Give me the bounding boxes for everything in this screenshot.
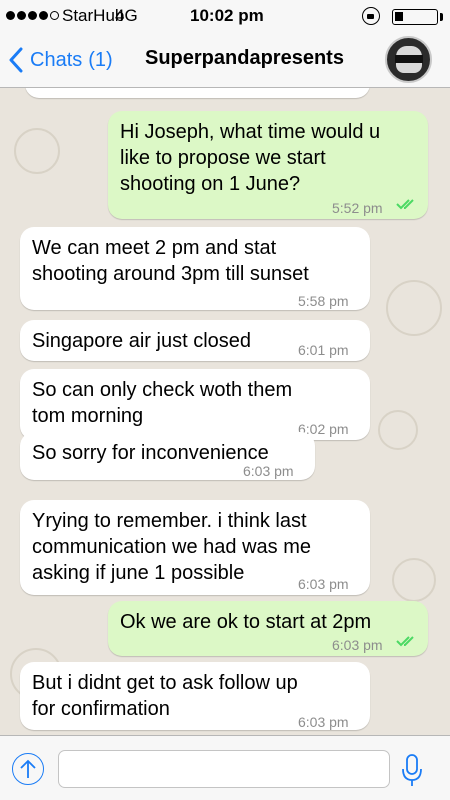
message-timestamp: 6:03 pm	[332, 637, 383, 653]
incoming-message[interactable]: Yrying to remember. i think last communi…	[20, 500, 370, 595]
attach-button[interactable]	[12, 753, 44, 785]
message-text: We can meet 2 pm and stat shooting aroun…	[32, 237, 309, 285]
message-text: Singapore air just closed	[32, 330, 252, 352]
incoming-message[interactable]: So sorry for inconvenience 6:03 pm	[20, 432, 315, 480]
incoming-message[interactable]: Singapore air just closed 6:01 pm	[20, 320, 370, 361]
microphone-icon[interactable]	[400, 751, 424, 789]
message-text: But i didnt get to ask follow up for con…	[32, 672, 298, 720]
wallpaper-doodle	[392, 558, 436, 602]
battery-icon	[392, 9, 438, 25]
signal-dot	[39, 11, 48, 20]
unread-count: (1)	[88, 48, 113, 71]
outgoing-message[interactable]: Hi Joseph, what time would u like to pro…	[108, 111, 428, 219]
message-timestamp: 6:01 pm	[298, 342, 349, 358]
message-text: So can only check woth them tom morning	[32, 379, 293, 427]
contact-avatar[interactable]	[385, 36, 432, 83]
battery-level	[395, 12, 403, 21]
network-type: 4G	[115, 6, 138, 25]
upload-arrow-icon	[20, 759, 36, 778]
message-timestamp: 6:03 pm	[298, 714, 349, 730]
wallpaper-doodle	[378, 410, 418, 450]
chat-header: Chats (1) Superpandapresents	[0, 32, 450, 88]
message-text: Yrying to remember. i think last communi…	[32, 510, 312, 584]
message-text: Hi Joseph, what time would u like to pro…	[120, 121, 381, 195]
double-check-icon	[396, 636, 414, 647]
message-timestamp: 5:58 pm	[298, 293, 349, 309]
signal-dot	[6, 11, 15, 20]
back-label: Chats	[30, 48, 83, 71]
message-timestamp: 6:03 pm	[298, 576, 349, 592]
incoming-message[interactable]: So can only check woth them tom morning 6…	[20, 369, 370, 440]
incoming-message[interactable]: 5:50 pm	[25, 88, 370, 98]
wallpaper-doodle	[386, 280, 442, 336]
outgoing-message[interactable]: Ok we are ok to start at 2pm 6:03 pm	[108, 601, 428, 656]
orientation-lock-icon	[362, 7, 380, 25]
signal-dot	[28, 11, 37, 20]
chat-area[interactable]: 5:50 pm Hi Joseph, what time would u like…	[0, 88, 450, 735]
message-composer	[0, 735, 450, 800]
wallpaper-doodle	[14, 128, 60, 174]
message-timestamp: 5:52 pm	[332, 200, 383, 216]
incoming-message[interactable]: We can meet 2 pm and stat shooting aroun…	[20, 227, 370, 310]
signal-strength-indicator	[6, 11, 59, 20]
status-time: 10:02 pm	[190, 6, 264, 25]
chat-title[interactable]: Superpandapresents	[145, 47, 344, 70]
message-timestamp: 6:03 pm	[243, 463, 294, 479]
battery-tip	[440, 13, 443, 21]
message-text: So sorry for inconvenience	[32, 442, 269, 464]
avatar-band	[395, 55, 423, 63]
message-input[interactable]	[58, 750, 390, 788]
signal-dot	[50, 11, 59, 20]
chevron-left-icon	[9, 47, 23, 73]
back-to-chats-button[interactable]: Chats (1)	[8, 41, 113, 79]
incoming-message[interactable]: But i didnt get to ask follow up for con…	[20, 662, 370, 730]
signal-dot	[17, 11, 26, 20]
status-bar: StarHub 4G 10:02 pm	[0, 0, 450, 32]
double-check-icon	[396, 199, 414, 210]
